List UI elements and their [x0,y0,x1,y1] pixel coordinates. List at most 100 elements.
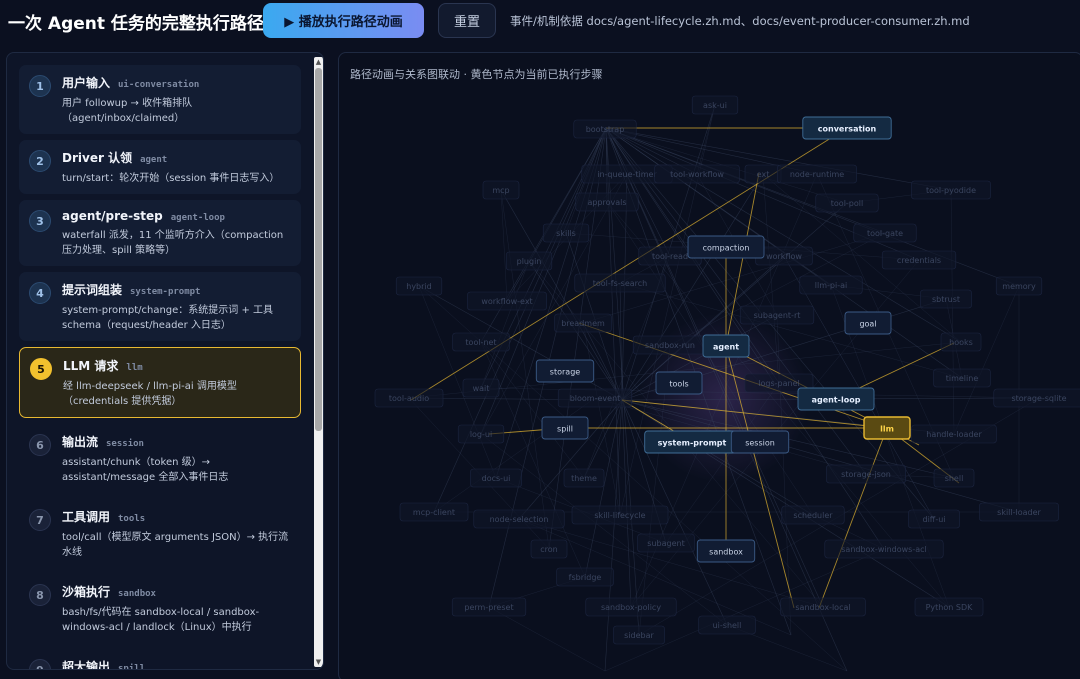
graph-node-faded[interactable]: tool-poll [815,193,879,213]
step-item[interactable]: 8 沙箱执行 sandbox bash/fs/代码在 sandbox-local… [19,574,301,643]
graph-node-faded[interactable]: sandbox-policy [585,597,677,617]
graph-node-faded[interactable]: tool-fs-search [574,273,666,293]
graph-node-faded[interactable]: fsbridge [556,567,614,587]
node-label: Python SDK [926,603,974,612]
node-label: shell [945,474,964,483]
node-label: in-queue-timer [597,170,657,179]
graph-node-faded[interactable]: hybrid [395,276,443,296]
graph-node[interactable]: session [730,430,790,454]
graph-node-faded[interactable]: node-runtime [777,164,857,184]
step-item[interactable]: 4 提示词组装 system-prompt system-prompt/chan… [19,272,301,341]
graph-node-faded[interactable]: skill-lifecycle [571,505,669,525]
step-item[interactable]: 9 超大输出 spill [19,649,301,669]
step-item[interactable]: 2 Driver 认领 agent turn/start：轮次开始（sessio… [19,140,301,194]
graph-node-faded[interactable]: sandbox-windows-acl [824,539,944,559]
graph-node-faded[interactable]: tool-workflow [654,164,740,184]
graph-node-faded[interactable]: timeline [933,368,991,388]
graph-node-faded[interactable]: approvals [575,192,639,212]
node-label: sidebar [624,631,654,640]
graph-node-faded[interactable]: scheduler [781,505,845,525]
graph-node-faded[interactable]: skill-loader [979,502,1059,522]
graph-node-faded[interactable]: credentials [881,250,957,270]
scrollbar-thumb[interactable] [315,68,322,431]
step-header: 工具调用 tools [62,508,291,525]
graph-node-faded[interactable]: ui-shell [698,615,756,635]
graph-node[interactable]: agent-loop [797,387,875,411]
graph-edge [433,397,596,513]
step-list-scrollbar[interactable]: ▲ ▼ [314,57,323,667]
graph-node-faded[interactable]: breadmem [554,313,612,333]
graph-node-faded[interactable]: tool-gate [853,223,917,243]
graph-node-faded[interactable]: cron [530,539,568,559]
graph-node-faded[interactable]: bloom-event [557,388,633,408]
graph-node[interactable]: agent [702,334,750,358]
graph-node-faded[interactable]: sandbox-run [632,335,708,355]
step-header: LLM 请求 llm [63,357,290,374]
graph-node-faded[interactable]: storage-sqlite [993,388,1080,408]
graph-node-faded[interactable]: wait [462,378,500,398]
reset-button[interactable]: 重置 [438,3,496,38]
graph-node-faded[interactable]: Python SDK [914,597,984,617]
page-title: 一次 Agent 任务的完整执行路径 [8,14,264,34]
graph-node-faded[interactable]: sbtrust [920,289,972,309]
step-item[interactable]: 1 用户输入 ui-conversation 用户 followup → 收件箱… [19,65,301,134]
step-module-tag: session [106,439,144,449]
node-label: plugin [517,257,542,266]
graph-node-faded[interactable]: llm-pi-ai [799,275,863,295]
graph-node-faded[interactable]: ext [744,164,782,184]
graph-node-faded[interactable]: node-selection [473,509,565,529]
relation-graph[interactable]: ask-ui bootstrap in-queue-timer tool-workfl… [339,53,1080,679]
graph-node-faded[interactable]: tool-net [452,332,510,352]
graph-node-faded[interactable]: theme [563,468,605,488]
graph-node-faded[interactable]: sandbox-local [780,597,866,617]
node-label: credentials [897,256,941,265]
graph-node-faded[interactable]: log-ui [457,424,505,444]
graph-node-faded[interactable]: tool-pyodide [911,180,991,200]
graph-node-faded[interactable]: sidebar [613,625,665,645]
scroll-up-arrow-icon[interactable]: ▲ [314,57,323,67]
step-item[interactable]: 7 工具调用 tools tool/call（模型原文 arguments JS… [19,499,301,568]
graph-node-faded[interactable]: workflow-ext [467,291,547,311]
graph-node-faded[interactable]: storage-json [826,464,906,484]
graph-node[interactable]: tools [655,371,703,395]
node-label: logs-panel [758,379,799,388]
node-label: subagent [647,539,684,548]
graph-node[interactable]: goal [844,311,892,335]
play-path-animation-button[interactable]: ▶ 播放执行路径动画 [263,3,424,38]
graph-node-faded[interactable]: handle-loader [911,424,997,444]
graph-node-faded[interactable]: shell [933,468,975,488]
step-item[interactable]: 6 输出流 session assistant/chunk（token 级）→ … [19,424,301,493]
scroll-down-arrow-icon[interactable]: ▼ [314,657,323,667]
node-label: tool-audio [389,394,429,403]
graph-node[interactable]: spill [541,416,589,440]
step-description: turn/start：轮次开始（session 事件日志写入） [62,173,280,184]
graph-node[interactable]: system-prompt [644,430,740,454]
step-module-tag: system-prompt [130,287,201,297]
step-title: 用户输入 [62,76,111,90]
graph-node[interactable]: storage [535,359,595,383]
graph-node-current[interactable]: llm [863,416,911,440]
graph-node[interactable]: sandbox [696,539,756,563]
graph-node-faded[interactable]: skills [542,223,590,243]
graph-node-faded[interactable]: mcp [482,180,520,200]
node-label: hooks [949,338,973,347]
graph-node-faded[interactable]: plugin [505,251,553,271]
graph-node-faded[interactable]: subagent [637,533,695,553]
node-label: session [745,439,775,448]
graph-edge [621,399,632,608]
graph-node-faded[interactable]: perm-preset [451,597,527,617]
node-label: tool-workflow [670,170,724,179]
graph-node-faded[interactable]: bootstrap [573,119,637,139]
graph-node[interactable]: conversation [802,116,892,140]
graph-node-faded[interactable]: docs-ui [470,468,522,488]
graph-node-faded[interactable]: subagent-rt [739,305,815,325]
graph-node-faded[interactable]: memory [995,276,1043,296]
graph-node-faded[interactable]: mcp-client [399,502,469,522]
graph-node-faded[interactable]: tool-audio [374,388,444,408]
step-item[interactable]: 3 agent/pre-step agent-loop waterfall 派发… [19,200,301,266]
step-item-current[interactable]: 5 LLM 请求 llm 经 llm-deepseek / llm-pi-ai … [19,347,301,418]
graph-node-faded[interactable]: ask-ui [691,95,739,115]
graph-node-faded[interactable]: diff-ui [908,509,960,529]
graph-node[interactable]: compaction [687,235,765,259]
graph-node-faded[interactable]: hooks [940,332,982,352]
